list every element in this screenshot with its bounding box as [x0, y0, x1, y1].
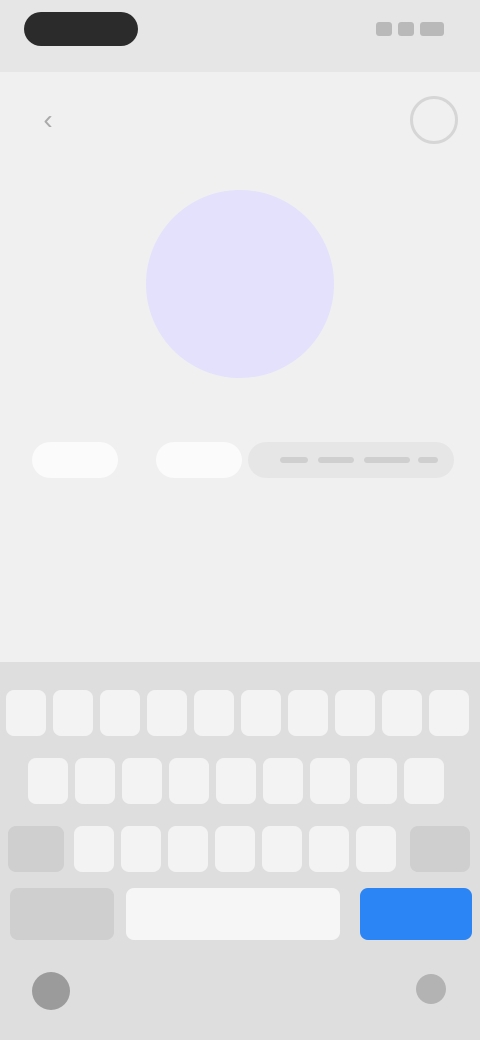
status-icons [376, 22, 444, 36]
key[interactable] [6, 690, 46, 736]
status-time [24, 12, 138, 46]
backspace-key[interactable] [410, 826, 470, 872]
microphone-icon[interactable] [416, 974, 446, 1004]
first-input[interactable] [32, 442, 118, 478]
avatar[interactable] [146, 190, 334, 378]
key[interactable] [429, 690, 469, 736]
key[interactable] [357, 758, 397, 804]
key[interactable] [169, 758, 209, 804]
field-separator [124, 444, 148, 476]
key[interactable] [404, 758, 444, 804]
wifi-icon [398, 22, 414, 36]
key[interactable] [53, 690, 93, 736]
third-input[interactable] [248, 442, 454, 478]
third-input-text-2 [318, 457, 354, 463]
back-button[interactable]: ‹ [26, 98, 70, 142]
keyboard-bottom-bar [0, 960, 480, 1040]
key[interactable] [168, 826, 208, 872]
key[interactable] [100, 690, 140, 736]
chevron-left-icon: ‹ [43, 104, 53, 135]
key[interactable] [121, 826, 161, 872]
key[interactable] [241, 690, 281, 736]
go-key[interactable] [360, 888, 472, 940]
second-input[interactable] [156, 442, 242, 478]
key[interactable] [122, 758, 162, 804]
status-bar [0, 0, 480, 72]
key[interactable] [263, 758, 303, 804]
third-input-text-4 [418, 457, 438, 463]
space-key[interactable] [126, 888, 340, 940]
circle-outline-icon[interactable] [410, 96, 458, 144]
keyboard-row-2 [0, 758, 480, 812]
signal-icon [376, 22, 392, 36]
keyboard [0, 662, 480, 1040]
key[interactable] [335, 690, 375, 736]
key[interactable] [288, 690, 328, 736]
key[interactable] [309, 826, 349, 872]
key[interactable] [262, 826, 302, 872]
globe-icon[interactable] [32, 972, 70, 1010]
main-content: ‹ [0, 72, 480, 662]
key[interactable] [215, 826, 255, 872]
key[interactable] [216, 758, 256, 804]
key[interactable] [310, 758, 350, 804]
battery-icon [420, 22, 444, 36]
keyboard-row-4 [0, 888, 480, 952]
keyboard-row-3 [0, 826, 480, 880]
key[interactable] [28, 758, 68, 804]
key[interactable] [382, 690, 422, 736]
key[interactable] [194, 690, 234, 736]
numbers-key[interactable] [10, 888, 114, 940]
keyboard-row-1 [0, 690, 480, 744]
key[interactable] [356, 826, 396, 872]
input-row [26, 438, 454, 482]
key[interactable] [74, 826, 114, 872]
shift-key[interactable] [8, 826, 64, 872]
third-input-text [280, 457, 308, 463]
key[interactable] [147, 690, 187, 736]
third-input-text-3 [364, 457, 410, 463]
key[interactable] [75, 758, 115, 804]
